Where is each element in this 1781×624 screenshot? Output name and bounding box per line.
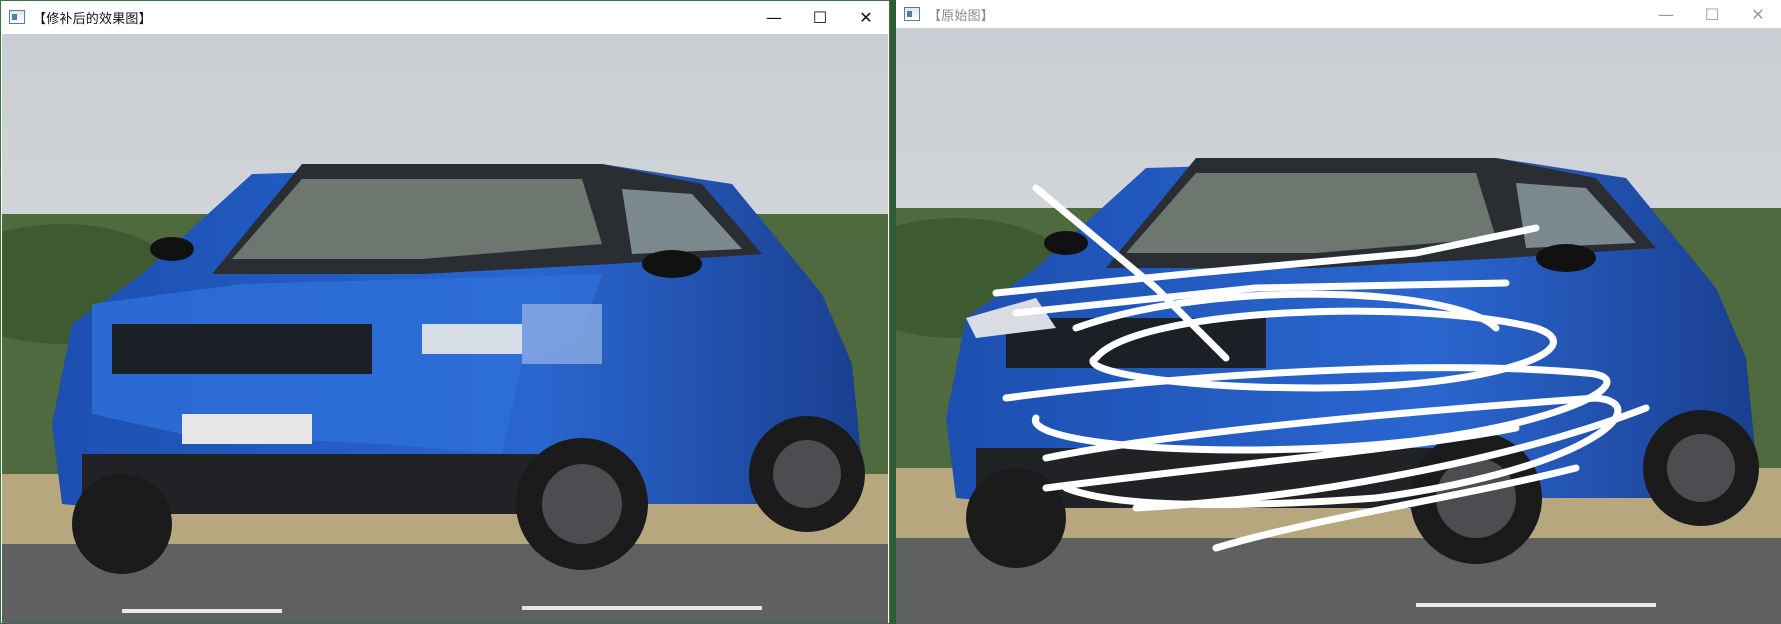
window-title: 【修补后的效果图】 (33, 11, 152, 27)
inpainted-image (2, 34, 888, 623)
maximize-button[interactable]: ☐ (1689, 0, 1735, 28)
maximize-button[interactable]: ☐ (797, 1, 843, 33)
original-window: 【原始图】 — ☐ ✕ (896, 0, 1781, 624)
titlebar[interactable]: 【修补后的效果图】 — ☐ ✕ (1, 1, 889, 33)
app-icon (9, 10, 25, 24)
minimize-button[interactable]: — (751, 1, 797, 33)
window-title: 【原始图】 (928, 8, 995, 24)
close-button[interactable]: ✕ (1735, 0, 1781, 28)
app-icon (904, 7, 920, 21)
titlebar[interactable]: 【原始图】 — ☐ ✕ (896, 0, 1781, 28)
inpainted-window: 【修补后的效果图】 — ☐ ✕ (0, 0, 890, 624)
close-button[interactable]: ✕ (843, 1, 889, 33)
minimize-button[interactable]: — (1643, 0, 1689, 28)
original-image (896, 28, 1781, 624)
